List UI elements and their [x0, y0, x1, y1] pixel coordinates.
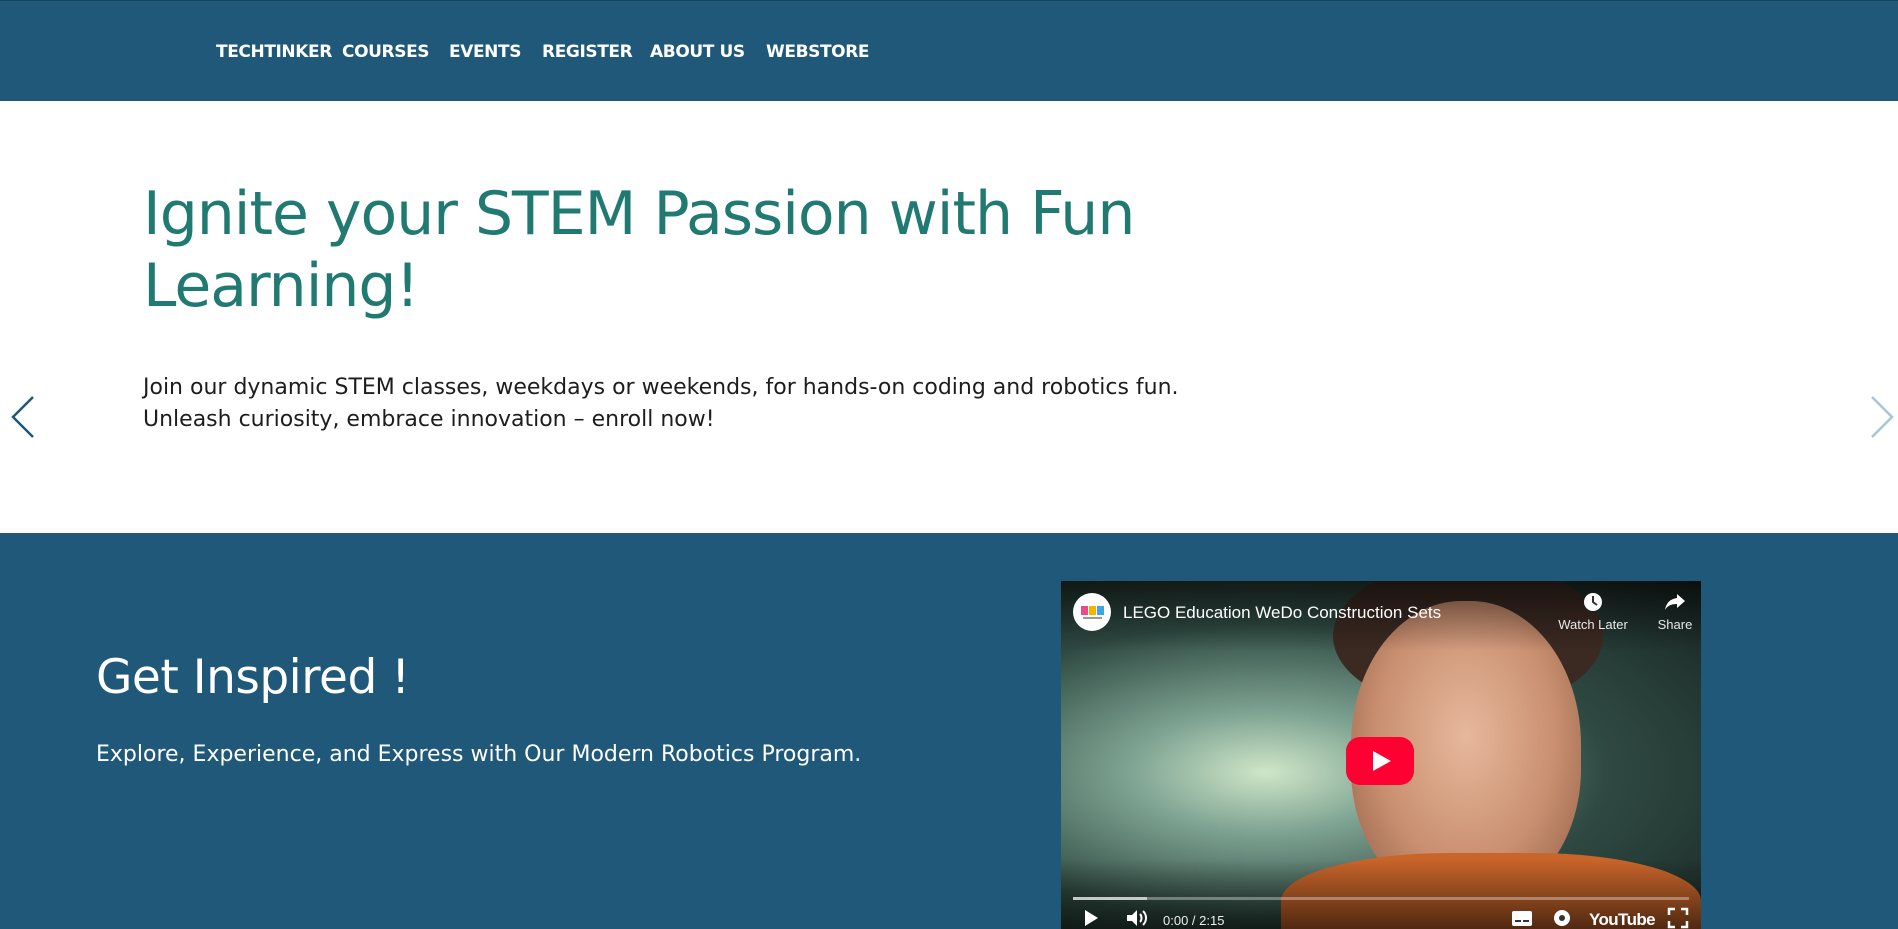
- nav-item-events[interactable]: EVENTS: [449, 42, 521, 62]
- chevron-right-icon: [1871, 396, 1894, 438]
- hero-description: Join our dynamic STEM classes, weekdays …: [143, 372, 1243, 436]
- nav-item-register[interactable]: REGISTER: [542, 42, 633, 62]
- play-icon: [1085, 910, 1098, 926]
- carousel-prev-button[interactable]: [9, 393, 39, 441]
- video-progress-bar[interactable]: [1073, 897, 1689, 900]
- section-title: Get Inspired !: [96, 650, 410, 705]
- top-navigation-bar: TECHTINKER COURSES EVENTS REGISTER ABOUT…: [0, 0, 1898, 101]
- captions-icon: [1512, 911, 1532, 926]
- volume-icon: [1127, 910, 1147, 926]
- fullscreen-button[interactable]: [1667, 907, 1689, 929]
- video-title[interactable]: LEGO Education WeDo Construction Sets: [1123, 603, 1441, 623]
- youtube-logo[interactable]: YouTube: [1589, 910, 1656, 929]
- youtube-play-icon: [1346, 737, 1414, 785]
- hero-description-line-1: Join our dynamic STEM classes, weekdays …: [143, 375, 1179, 400]
- share-arrow-icon: [1665, 594, 1685, 610]
- embedded-video-player[interactable]: LEGO Education WeDo Construction Sets Wa…: [1061, 581, 1701, 929]
- hero-carousel: Ignite your STEM Passion with Fun Learni…: [0, 101, 1898, 619]
- hero-title: Ignite your STEM Passion with Fun Learni…: [143, 179, 1135, 321]
- clock-icon: [1584, 593, 1602, 611]
- channel-logo-icon: [1081, 606, 1104, 619]
- share-button[interactable]: Share: [1635, 591, 1701, 632]
- volume-button[interactable]: [1125, 907, 1149, 929]
- nav-item-webstore[interactable]: WEBSTORE: [766, 42, 870, 62]
- fullscreen-icon: [1667, 907, 1689, 929]
- chevron-left-icon: [11, 396, 34, 438]
- watch-later-button[interactable]: Watch Later: [1553, 591, 1633, 632]
- settings-button[interactable]: [1551, 907, 1573, 929]
- gear-icon: [1554, 910, 1570, 926]
- nav-item-courses[interactable]: COURSES: [342, 42, 430, 62]
- carousel-next-button[interactable]: [1866, 393, 1896, 441]
- nav-item-about-us[interactable]: ABOUT US: [650, 42, 745, 62]
- share-label: Share: [1657, 617, 1693, 632]
- hero-description-line-2: Unleash curiosity, embrace innovation – …: [143, 407, 715, 432]
- section-subtitle: Explore, Experience, and Express with Ou…: [96, 742, 862, 767]
- video-time: 0:00 / 2:15: [1163, 913, 1225, 928]
- play-video-button[interactable]: [1346, 737, 1414, 785]
- watch-later-label: Watch Later: [1558, 617, 1628, 632]
- play-control-button[interactable]: [1081, 907, 1101, 929]
- captions-button[interactable]: [1511, 907, 1533, 929]
- video-buffered-bar: [1073, 897, 1147, 900]
- brand-link[interactable]: TECHTINKER: [216, 42, 332, 62]
- channel-avatar[interactable]: [1073, 593, 1111, 631]
